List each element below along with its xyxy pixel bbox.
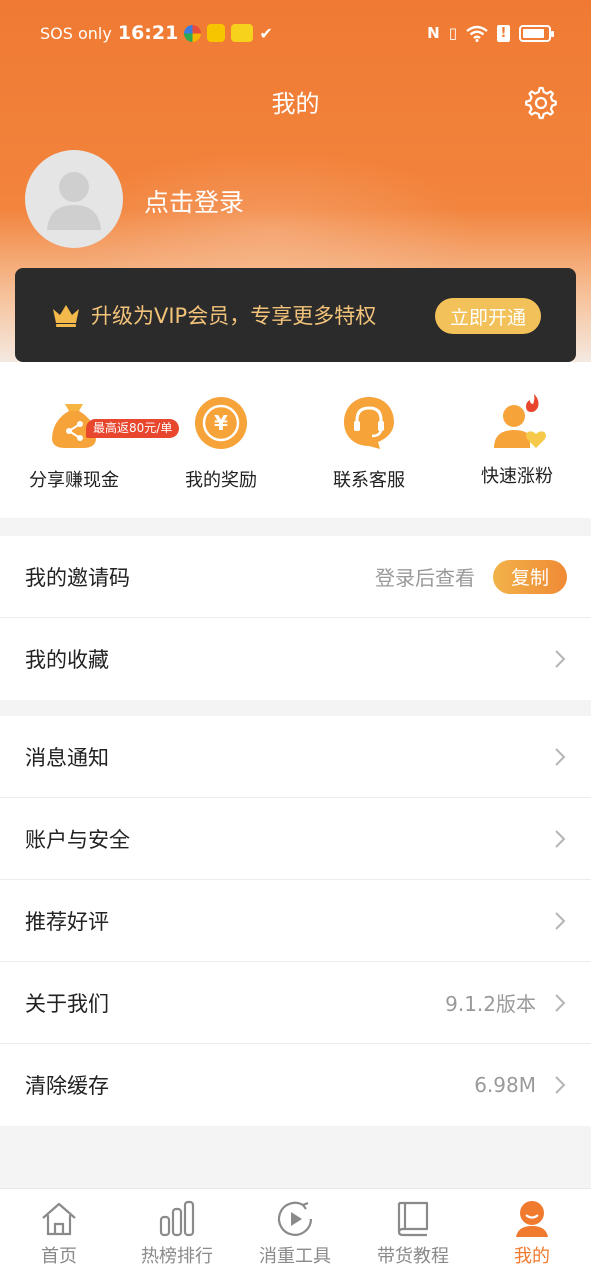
tab-hot-ranking[interactable]: 热榜排行 bbox=[118, 1199, 236, 1268]
cache-size-text: 6.98M bbox=[474, 1073, 536, 1097]
row-label: 关于我们 bbox=[25, 991, 109, 1016]
profile-face-icon bbox=[516, 1201, 548, 1237]
app-notification-icon bbox=[231, 24, 254, 42]
tab-label: 消重工具 bbox=[259, 1246, 331, 1267]
svg-text:¥: ¥ bbox=[214, 411, 228, 435]
status-time: 16:21 bbox=[117, 22, 179, 44]
page-title: 我的 bbox=[271, 90, 320, 118]
quick-action-label: 快速涨粉 bbox=[481, 466, 553, 487]
chevron-right-icon bbox=[555, 650, 566, 668]
tab-home[interactable]: 首页 bbox=[0, 1199, 118, 1268]
row-label: 推荐好评 bbox=[25, 909, 109, 934]
quick-action-share-cash[interactable]: 分享赚现金 最高返80元/单 bbox=[4, 394, 180, 492]
fans-fire-icon bbox=[494, 394, 546, 448]
carrier-text: SOS only bbox=[40, 23, 112, 43]
row-label: 账户与安全 bbox=[25, 827, 130, 852]
list-item-notifications[interactable]: 消息通知 bbox=[0, 716, 591, 798]
vip-banner[interactable]: 升级为VIP会员，专享更多特权 立即开通 bbox=[15, 268, 576, 362]
row-value: 登录后查看 bbox=[375, 566, 475, 590]
list-item-rate-app[interactable]: 推荐好评 bbox=[0, 880, 591, 962]
tab-label: 首页 bbox=[41, 1246, 77, 1267]
book-icon bbox=[397, 1201, 429, 1237]
crown-icon bbox=[53, 305, 79, 327]
quick-action-support[interactable]: 联系客服 bbox=[299, 394, 439, 492]
list-item-invite-code[interactable]: 我的邀请码 登录后查看 复制 bbox=[0, 536, 591, 618]
quick-actions-panel: 分享赚现金 最高返80元/单 ¥ 我的奖励 联系客服 快速涨粉 bbox=[0, 362, 591, 518]
tab-mine[interactable]: 我的 bbox=[473, 1199, 591, 1268]
list-item-clear-cache[interactable]: 清除缓存 6.98M bbox=[0, 1044, 591, 1126]
chevron-right-icon bbox=[555, 993, 566, 1012]
copy-button[interactable]: 复制 bbox=[493, 559, 567, 594]
play-circle-icon bbox=[277, 1201, 313, 1236]
list-item-favorites[interactable]: 我的收藏 bbox=[0, 618, 591, 700]
chevron-right-icon bbox=[555, 747, 566, 766]
avatar[interactable] bbox=[25, 150, 123, 248]
status-bar: SOS only 16:21 ✔ N ▯ ! bbox=[0, 0, 591, 66]
quick-action-label: 联系客服 bbox=[333, 470, 405, 491]
quick-action-label: 分享赚现金 bbox=[29, 470, 119, 491]
menu-section-settings: 消息通知 账户与安全 推荐好评 关于我们 9.1.2版本 清除缓存 6.98M bbox=[0, 716, 591, 1126]
row-label: 我的收藏 bbox=[25, 648, 109, 672]
tab-label: 热榜排行 bbox=[141, 1246, 213, 1267]
vip-text: 升级为VIP会员，专享更多特权 bbox=[91, 304, 377, 328]
chevron-right-icon bbox=[555, 911, 566, 930]
nfc-icon: N bbox=[427, 24, 440, 42]
tab-tutorials[interactable]: 带货教程 bbox=[354, 1199, 472, 1268]
app-notification-icon bbox=[207, 24, 226, 42]
yuan-reward-icon: ¥ bbox=[195, 397, 247, 449]
home-icon bbox=[42, 1202, 76, 1236]
quick-action-rewards[interactable]: ¥ 我的奖励 bbox=[151, 394, 291, 492]
bottom-tab-bar: 首页 热榜排行 消重工具 带货教程 我的 bbox=[0, 1188, 591, 1280]
tab-dedup-tool[interactable]: 消重工具 bbox=[236, 1199, 354, 1268]
quick-action-grow-fans[interactable]: 快速涨粉 bbox=[447, 394, 587, 488]
chevron-right-icon bbox=[555, 829, 566, 848]
default-user-icon bbox=[47, 172, 101, 230]
row-label: 清除缓存 bbox=[25, 1074, 109, 1098]
app-notification-icon: ✔ bbox=[259, 23, 273, 43]
bar-chart-icon bbox=[159, 1200, 195, 1237]
quick-action-label: 我的奖励 bbox=[185, 470, 257, 491]
row-label: 消息通知 bbox=[25, 745, 109, 770]
app-notification-icon bbox=[184, 24, 202, 42]
menu-section-account: 我的邀请码 登录后查看 复制 我的收藏 bbox=[0, 536, 591, 700]
list-item-account-security[interactable]: 账户与安全 bbox=[0, 798, 591, 880]
chevron-right-icon bbox=[555, 1076, 566, 1094]
wifi-icon bbox=[466, 25, 488, 42]
vip-open-button[interactable]: 立即开通 bbox=[435, 298, 541, 334]
list-item-about[interactable]: 关于我们 9.1.2版本 bbox=[0, 962, 591, 1044]
battery-icon bbox=[519, 24, 554, 42]
headset-icon bbox=[344, 397, 394, 449]
alert-icon: ! bbox=[497, 24, 510, 42]
tab-label: 我的 bbox=[514, 1246, 550, 1267]
tab-label: 带货教程 bbox=[377, 1246, 449, 1267]
vibrate-icon: ▯ bbox=[448, 24, 457, 42]
row-label: 我的邀请码 bbox=[25, 565, 130, 590]
gear-icon[interactable] bbox=[524, 86, 558, 120]
login-link[interactable]: 点击登录 bbox=[144, 183, 244, 219]
version-text: 9.1.2版本 bbox=[445, 992, 536, 1016]
